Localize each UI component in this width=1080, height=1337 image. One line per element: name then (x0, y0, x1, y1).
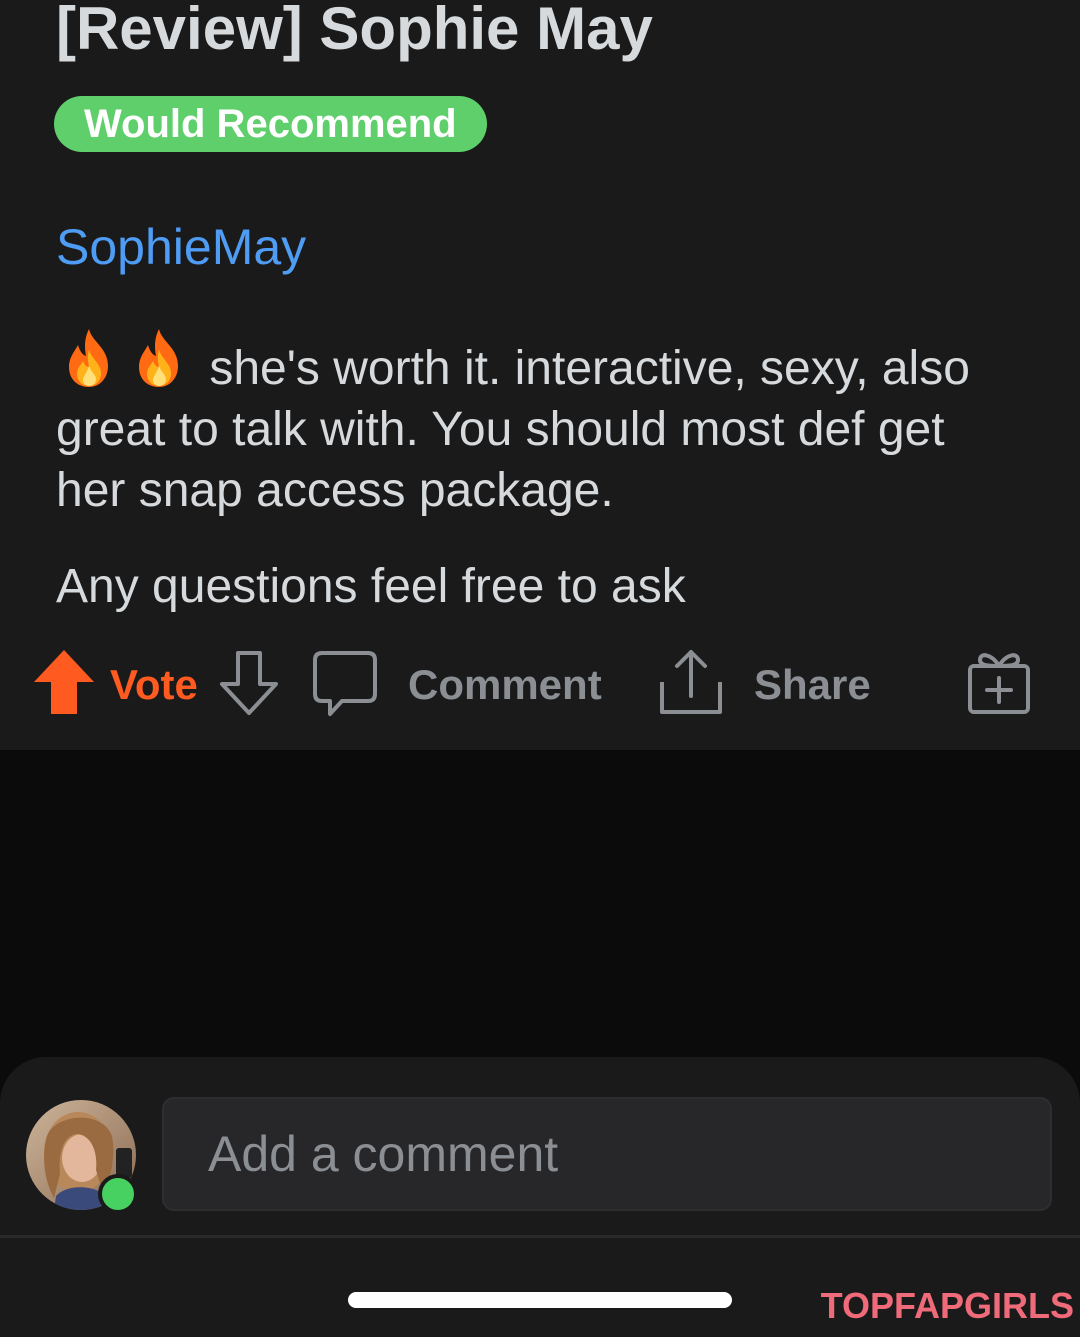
action-bar: Vote Comment Share (0, 640, 1080, 730)
post-body: she's worth it. interactive, sexy, also … (56, 326, 1016, 521)
comment-composer: TOPFAPGIRLS (0, 1057, 1080, 1337)
post-body-text: she's worth it. interactive, sexy, also … (56, 342, 970, 517)
share-label[interactable]: Share (754, 640, 871, 730)
online-status-indicator (98, 1174, 138, 1214)
post-flair[interactable]: Would Recommend (54, 96, 487, 152)
comment-input[interactable] (162, 1097, 1052, 1211)
share-icon[interactable] (658, 648, 724, 716)
vote-label[interactable]: Vote (110, 640, 198, 730)
watermark: TOPFAPGIRLS (820, 1285, 1074, 1326)
post-body-secondary: Any questions feel free to ask (56, 560, 686, 613)
flame-icon (69, 329, 108, 387)
upvote-arrow-icon[interactable] (32, 648, 96, 716)
divider (0, 1235, 1080, 1238)
downvote-arrow-icon[interactable] (218, 650, 280, 716)
post-title: [Review] Sophie May (56, 0, 653, 62)
comment-label[interactable]: Comment (408, 640, 602, 730)
gift-icon[interactable] (966, 650, 1032, 716)
comment-bubble-icon[interactable] (312, 650, 378, 718)
post-card: [Review] Sophie May Would Recommend Soph… (0, 0, 1080, 750)
flame-icon (139, 329, 178, 387)
home-indicator[interactable] (348, 1292, 732, 1308)
post-link[interactable]: SophieMay (56, 218, 306, 276)
